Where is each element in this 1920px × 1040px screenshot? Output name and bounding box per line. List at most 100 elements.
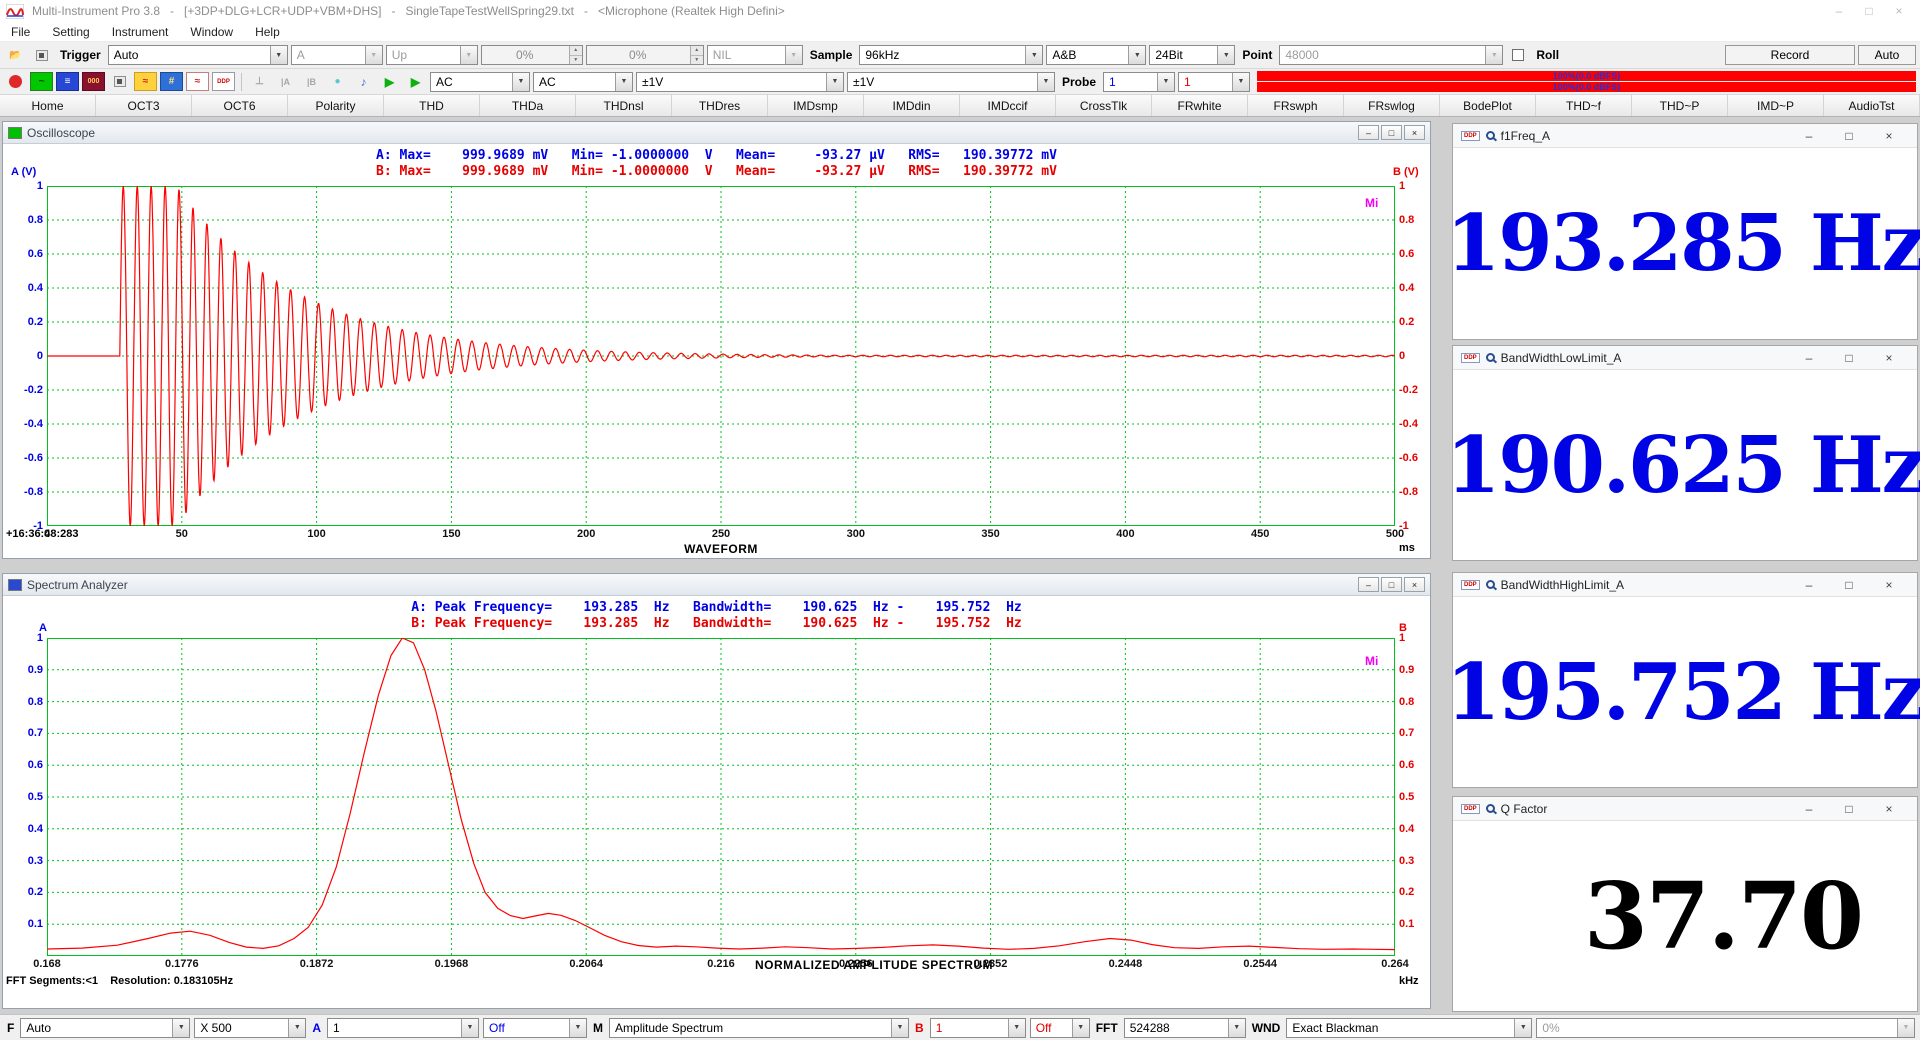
tab-frswph[interactable]: FRswph [1248,95,1344,116]
channels-select[interactable]: A&B▼ [1046,45,1146,65]
menu-window[interactable]: Window [179,25,244,39]
frequency-mode-select[interactable]: Auto▼ [20,1018,190,1038]
tab-thdnsl[interactable]: THDnsl [576,95,672,116]
multimeter-icon[interactable]: 000 [82,72,105,91]
chevron-down-icon[interactable]: ▼ [1228,1019,1245,1037]
tab-frswlog[interactable]: FRswlog [1344,95,1440,116]
menu-help[interactable]: Help [244,25,291,39]
record-button[interactable]: Record [1725,45,1855,65]
tab-thd[interactable]: THD [384,95,480,116]
bit-depth-select[interactable]: 24Bit▼ [1149,45,1235,65]
counter-icon[interactable] [108,72,131,91]
chevron-down-icon[interactable]: ▼ [288,1019,305,1037]
tab-oct3[interactable]: OCT3 [96,95,192,116]
channel-a-select[interactable]: 1▼ [327,1018,479,1038]
tab-crosstlk[interactable]: CrossTlk [1056,95,1152,116]
minimize-icon[interactable]: – [1789,351,1829,365]
channel-b-select[interactable]: 1▼ [930,1018,1026,1038]
tab-bodeplot[interactable]: BodePlot [1440,95,1536,116]
minimize-icon[interactable]: – [1789,578,1829,592]
close-icon[interactable]: × [1869,802,1909,816]
tab-polarity[interactable]: Polarity [288,95,384,116]
maximize-icon[interactable]: □ [1829,351,1869,365]
open-file-icon[interactable]: 📂 [4,46,27,65]
spectrum-chart[interactable] [47,638,1395,956]
spectrum-plot-area[interactable] [47,638,1395,956]
zoom-select[interactable]: X 500▼ [194,1018,306,1038]
chevron-down-icon[interactable]: ▼ [1072,1019,1089,1037]
chevron-down-icon[interactable]: ▼ [1037,73,1054,91]
spin-down-icon[interactable]: ▼ [570,55,582,65]
maximize-icon[interactable]: □ [1854,4,1884,18]
restore-icon[interactable]: □ [1381,577,1402,592]
probe-a-select[interactable]: 1▼ [1103,72,1175,92]
close-icon[interactable]: × [1869,129,1909,143]
close-icon[interactable]: × [1404,125,1425,140]
chevron-down-icon[interactable]: ▼ [512,73,529,91]
play-a-icon[interactable]: ▶ [378,72,401,91]
chevron-down-icon[interactable]: ▼ [1008,1019,1025,1037]
oscilloscope-waveform-chart[interactable] [47,186,1395,526]
menu-file[interactable]: File [0,25,41,39]
roll-checkbox[interactable] [1512,49,1524,61]
panel-bandwidth-low-titlebar[interactable]: DDP BandWidthLowLimit_A – □ × [1453,346,1917,370]
chevron-down-icon[interactable]: ▼ [461,1019,478,1037]
tab-thd-f[interactable]: THD~f [1536,95,1632,116]
trigger-delay-spinner[interactable]: 0%▲▼ [586,45,704,65]
device-test-plan-icon[interactable]: # [160,72,183,91]
channel-b-processing-select[interactable]: Off▼ [1030,1018,1090,1038]
play-b-icon[interactable]: ▶ [404,72,427,91]
window-function-select[interactable]: Exact Blackman▼ [1286,1018,1532,1038]
restore-icon[interactable]: □ [1381,125,1402,140]
tab-imd-p[interactable]: IMD~P [1728,95,1824,116]
spectrum-analyzer-icon[interactable]: ≡ [56,72,79,91]
spin-up-icon[interactable]: ▲ [691,46,703,55]
chevron-down-icon[interactable]: ▼ [826,73,843,91]
spectrum-titlebar[interactable]: Spectrum Analyzer – □ × [3,574,1430,596]
minimize-icon[interactable]: – [1824,4,1854,18]
chevron-down-icon[interactable]: ▼ [615,73,632,91]
chevron-down-icon[interactable]: ▼ [270,46,287,64]
auto-scale-button[interactable]: Auto [1858,45,1916,65]
trigger-level-spinner[interactable]: 0%▲▼ [481,45,583,65]
chevron-down-icon[interactable]: ▼ [1217,46,1234,64]
range-a-select[interactable]: ±1V▼ [636,72,844,92]
spin-down-icon[interactable]: ▼ [691,55,703,65]
tab-thda[interactable]: THDa [480,95,576,116]
spectrum-3d-plot-icon[interactable]: ≈ [186,72,209,91]
close-icon[interactable]: × [1884,4,1914,18]
minimize-icon[interactable]: – [1789,802,1829,816]
oscilloscope-titlebar[interactable]: Oscilloscope – □ × [3,122,1430,144]
tab-thd-p[interactable]: THD~P [1632,95,1728,116]
tab-audiotst[interactable]: AudioTst [1824,95,1920,116]
chevron-down-icon[interactable]: ▼ [1232,73,1249,91]
app-titlebar[interactable]: Multi-Instrument Pro 3.8 - [+3DP+DLG+LCR… [0,0,1920,22]
minimize-icon[interactable]: – [1358,125,1379,140]
minimize-icon[interactable]: – [1358,577,1379,592]
channel-a-processing-select[interactable]: Off▼ [483,1018,587,1038]
chevron-down-icon[interactable]: ▼ [172,1019,189,1037]
spin-up-icon[interactable]: ▲ [570,46,582,55]
minimize-icon[interactable]: – [1789,129,1829,143]
trigger-mode-select[interactable]: Auto▼ [108,45,288,65]
coupling-a-select[interactable]: AC▼ [430,72,530,92]
ddp-viewer-icon[interactable]: DDP [212,72,235,91]
maximize-icon[interactable]: □ [1829,578,1869,592]
menu-setting[interactable]: Setting [41,25,100,39]
close-icon[interactable]: × [1404,577,1425,592]
range-b-select[interactable]: ±1V▼ [847,72,1055,92]
panel-q-factor-titlebar[interactable]: DDP Q Factor – □ × [1453,797,1917,821]
panel-f1freq-titlebar[interactable]: DDP f1Freq_A – □ × [1453,124,1917,148]
tab-imdsmp[interactable]: IMDsmp [768,95,864,116]
oscilloscope-plot-area[interactable] [47,186,1395,526]
close-icon[interactable]: × [1869,351,1909,365]
tab-frwhite[interactable]: FRwhite [1152,95,1248,116]
tab-thdres[interactable]: THDres [672,95,768,116]
signal-generator-icon[interactable]: ≈ [134,72,157,91]
maximize-icon[interactable]: □ [1829,129,1869,143]
chevron-down-icon[interactable]: ▼ [1025,46,1042,64]
chevron-down-icon[interactable]: ▼ [1514,1019,1531,1037]
oscilloscope-icon[interactable]: ~ [30,72,53,91]
chevron-down-icon[interactable]: ▼ [569,1019,586,1037]
tab-imdccif[interactable]: IMDccif [960,95,1056,116]
